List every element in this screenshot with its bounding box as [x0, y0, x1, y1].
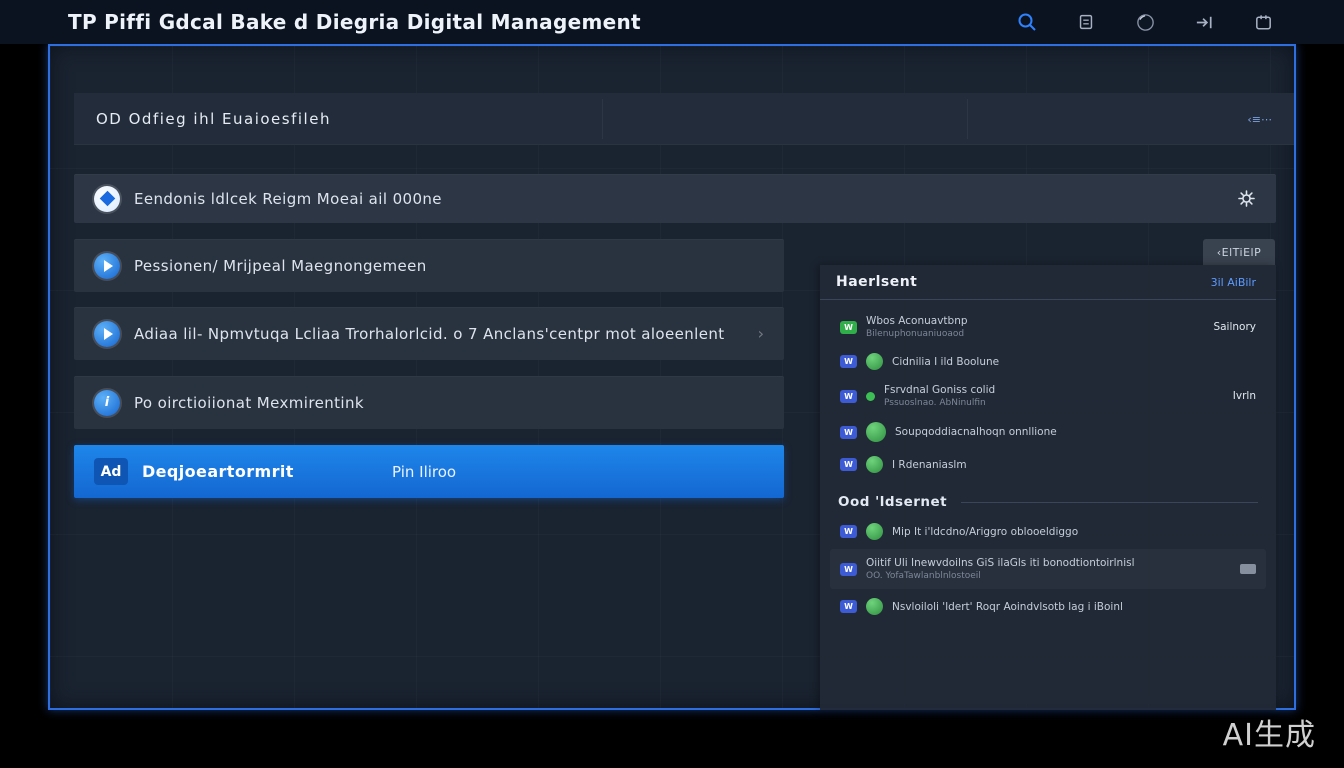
diamond-icon [94, 186, 120, 212]
menu-row-secondary-label: Pin Iliroo [392, 463, 456, 481]
w-badge-icon: W [840, 355, 857, 368]
menu-row-label: Deqjoeartormrit [142, 462, 294, 481]
list-item[interactable]: W Wbos Aconuavtbnp Bilenuphonuaniuoaod S… [836, 308, 1260, 346]
list-item[interactable]: W Fsrvdnal Goniss colid Pssuoslnao. AbNi… [836, 377, 1260, 415]
settings-gear-icon[interactable] [1237, 189, 1256, 208]
ai-watermark: AI生成 [1223, 710, 1316, 754]
menu-row-sessions[interactable]: Pessionen/ Mrijpeal Maegnongemeen [74, 239, 784, 292]
header-divider [602, 99, 603, 139]
item-right-text: Sailnory [1213, 321, 1256, 333]
menu-row-positional[interactable]: i Po oirctioiionat Mexmirentink [74, 376, 784, 429]
titlebar: TP Piffi Gdcal Bake d Diegria Digital Ma… [0, 0, 1344, 44]
w-badge-icon: W [840, 600, 857, 613]
menu-row-label: Po oirctioiionat Mexmirentink [134, 394, 364, 412]
w-badge-icon: W [840, 426, 857, 439]
section-divider [961, 502, 1258, 503]
item-title: Fsrvdnal Goniss colid [884, 384, 995, 396]
w-badge-icon: W [840, 458, 857, 471]
list-item[interactable]: W Oiitif Uli Inewvdoilns GiS ilaGls iti … [830, 549, 1266, 589]
header-divider [967, 99, 968, 139]
page-header: OD Odfieg ihl Euaioesfileh ‹≡⋯ [74, 93, 1294, 145]
main-frame: OD Odfieg ihl Euaioesfileh ‹≡⋯ Eendonis … [48, 44, 1296, 710]
panel-body: W Wbos Aconuavtbnp Bilenuphonuaniuoaod S… [820, 300, 1276, 622]
thumbnail-placeholder [1240, 564, 1256, 574]
item-subtitle: Bilenuphonuaniuoaod [866, 329, 968, 339]
screen: TP Piffi Gdcal Bake d Diegria Digital Ma… [0, 0, 1344, 768]
play-icon [94, 321, 120, 347]
avatar [866, 598, 883, 615]
list-item[interactable]: W I Rdenaniaslm [836, 449, 1260, 480]
sign-in-icon[interactable] [1193, 11, 1215, 33]
menu-row-label: Adiaa lil- Npmvtuqa Lcliaa Trorhalorlcid… [134, 325, 725, 343]
list-item[interactable]: W Mip It i'ldcdno/Ariggro oblooeldiggo [836, 516, 1260, 547]
search-icon[interactable] [1016, 11, 1038, 33]
moon-icon[interactable] [1134, 11, 1156, 33]
document-icon[interactable] [1075, 11, 1097, 33]
chevron-right-icon: › [758, 324, 764, 343]
list-item[interactable]: W Cidnilia I ild Boolune [836, 346, 1260, 377]
section-title: Ood 'ldsernet [838, 494, 947, 510]
right-panel: Haerlsent 3il AiBilr W Wbos Aconuavtbnp … [820, 265, 1276, 710]
item-title: Mip It i'ldcdno/Ariggro oblooeldiggo [892, 526, 1078, 538]
w-badge-icon: W [840, 525, 857, 538]
avatar [866, 523, 883, 540]
avatar [866, 422, 886, 442]
menu-row-label: Pessionen/ Mrijpeal Maegnongemeen [134, 257, 427, 275]
item-title: Cidnilia I ild Boolune [892, 356, 999, 368]
item-title: Soupqoddiacnalhoqn onnllione [895, 426, 1057, 438]
header-right-link[interactable]: ‹≡⋯ [1247, 113, 1272, 126]
menu-row-label: Eendonis ldlcek Reigm Moeai ail 000ne [134, 190, 442, 208]
item-right-text: Ivrln [1233, 390, 1256, 402]
panel-title: Haerlsent [836, 274, 917, 290]
panel-tab[interactable]: ‹ElTiElP [1203, 239, 1275, 266]
w-badge-icon: W [840, 563, 857, 576]
item-title: Oiitif Uli Inewvdoilns GiS ilaGls iti bo… [866, 557, 1135, 569]
panel-header: Haerlsent 3il AiBilr [820, 265, 1276, 300]
list-item[interactable]: W Soupqoddiacnalhoqn onnllione [836, 415, 1260, 449]
menu-row-regions[interactable]: Eendonis ldlcek Reigm Moeai ail 000ne [74, 174, 1276, 223]
section-header: Ood 'ldsernet [838, 494, 1258, 510]
avatar [866, 456, 883, 473]
item-subtitle: Pssuoslnao. AbNinulfin [884, 398, 995, 408]
item-subtitle: OO. YofaTawlanblnlostoeil [866, 571, 1135, 581]
ad-badge: Ad [94, 458, 128, 485]
menu-row-management[interactable]: Adiaa lil- Npmvtuqa Lcliaa Trorhalorlcid… [74, 307, 784, 360]
item-title: Wbos Aconuavtbnp [866, 315, 968, 327]
status-dot [866, 392, 875, 401]
play-icon [94, 253, 120, 279]
item-title: I Rdenaniaslm [892, 459, 967, 471]
window-icon[interactable] [1252, 11, 1274, 33]
avatar [866, 353, 883, 370]
menu-row-department-active[interactable]: Ad Deqjoeartormrit Pin Iliroo [74, 445, 784, 498]
app-title: TP Piffi Gdcal Bake d Diegria Digital Ma… [68, 10, 641, 34]
list-item[interactable]: W Nsvloiloli 'ldert' Roqr Aoindvlsotb la… [836, 591, 1260, 622]
info-icon: i [94, 390, 120, 416]
w-badge-icon: W [840, 390, 857, 403]
page-header-label: OD Odfieg ihl Euaioesfileh [96, 110, 331, 128]
titlebar-icons [1016, 0, 1274, 44]
item-title: Nsvloiloli 'ldert' Roqr Aoindvlsotb lag … [892, 601, 1123, 613]
w-badge-icon: W [840, 321, 857, 334]
panel-action-link[interactable]: 3il AiBilr [1211, 276, 1256, 289]
